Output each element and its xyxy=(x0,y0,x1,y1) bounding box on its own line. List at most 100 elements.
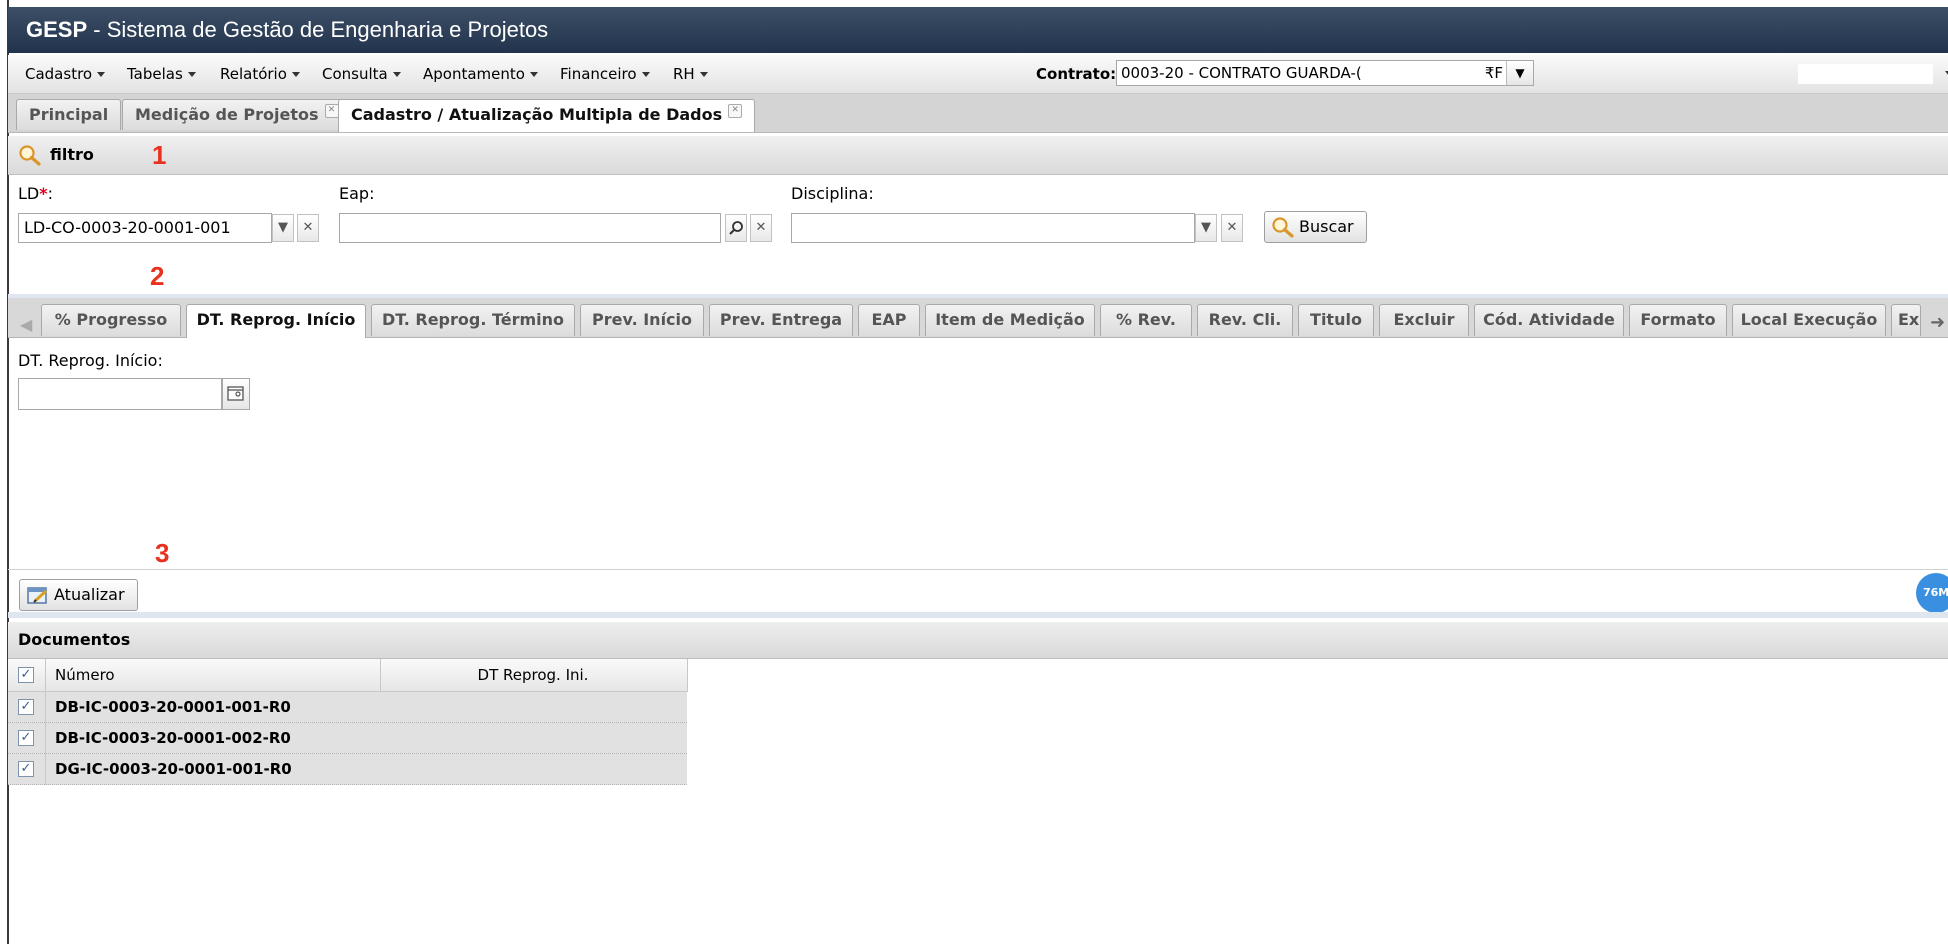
documents-title: Documentos xyxy=(18,630,131,649)
contrato-select[interactable]: 0003-20 - CONTRATO GUARDA-( ₹F ▼ xyxy=(1116,60,1534,86)
search-icon xyxy=(729,221,743,235)
filter-panel-header[interactable]: filtro xyxy=(8,136,1948,175)
chevron-down-icon[interactable]: ▼ xyxy=(1506,61,1533,85)
tab-principal-label: Principal xyxy=(29,105,109,124)
tab-medicao-projetos[interactable]: Medição de Projetos ✕ xyxy=(122,99,352,130)
user-select[interactable] xyxy=(1798,64,1933,84)
clear-icon[interactable]: ✕ xyxy=(750,214,772,242)
chevron-down-icon[interactable]: ▼ xyxy=(1195,214,1217,242)
tab-principal[interactable]: Principal xyxy=(16,99,122,130)
search-icon xyxy=(1272,217,1294,238)
column-divider xyxy=(45,723,46,754)
column-header-dt-reprog[interactable]: DT Reprog. Ini. xyxy=(380,666,686,684)
contrato-tail: ₹F xyxy=(1484,64,1503,82)
caret-down-icon xyxy=(97,72,106,77)
app-name: GESP xyxy=(26,17,88,42)
menu-tabelas[interactable]: Tabelas xyxy=(127,65,196,83)
divider xyxy=(8,569,1948,570)
disciplina-select[interactable] xyxy=(791,213,1195,243)
tab-dt-reprog-termino[interactable]: DT. Reprog. Término xyxy=(371,304,575,336)
grid-header: ✓ Número DT Reprog. Ini. xyxy=(8,659,688,692)
tab-eap[interactable]: EAP xyxy=(858,304,920,336)
tab-formato[interactable]: Formato xyxy=(1629,304,1727,336)
calendar-glyph-icon xyxy=(227,386,244,401)
tab-titulo[interactable]: Titulo xyxy=(1298,304,1374,336)
dt-reprog-inicio-label: DT. Reprog. Início: xyxy=(18,351,163,370)
ld-label-text: LD xyxy=(18,184,40,203)
tab-item-medicao[interactable]: Item de Medição xyxy=(925,304,1095,336)
menu-financeiro-label: Financeiro xyxy=(560,65,637,83)
row-numero: DG-IC-0003-20-0001-001-R0 xyxy=(55,760,292,778)
menu-apontamento-label: Apontamento xyxy=(423,65,525,83)
column-divider xyxy=(45,659,46,691)
menu-rh[interactable]: RH xyxy=(673,65,708,83)
table-row[interactable]: ✓ DB-IC-0003-20-0001-001-R0 xyxy=(8,692,687,723)
ld-select[interactable]: LD-CO-0003-20-0001-001 xyxy=(18,213,272,243)
caret-down-icon xyxy=(392,72,401,77)
clear-icon[interactable]: ✕ xyxy=(1221,214,1243,242)
annotation-marker-3: 3 xyxy=(155,538,170,568)
divider xyxy=(8,612,1948,618)
tab-ex[interactable]: Ex xyxy=(1891,304,1921,336)
clear-icon[interactable]: ✕ xyxy=(297,214,319,242)
tab-excluir[interactable]: Excluir xyxy=(1379,304,1469,336)
atualizar-button[interactable]: Atualizar xyxy=(19,579,138,611)
menu-consulta[interactable]: Consulta xyxy=(322,65,401,83)
tab-prev-entrega[interactable]: Prev. Entrega xyxy=(709,304,853,336)
tab-dt-reprog-inicio[interactable]: DT. Reprog. Início xyxy=(186,304,366,338)
magnifier-icon[interactable] xyxy=(725,214,747,242)
menu-apontamento[interactable]: Apontamento xyxy=(423,65,538,83)
row-checkbox[interactable]: ✓ xyxy=(18,730,34,746)
tab-prev-inicio[interactable]: Prev. Início xyxy=(580,304,704,336)
tab-progresso[interactable]: % Progresso xyxy=(41,304,181,336)
tab-local-execucao[interactable]: Local Execução xyxy=(1732,304,1886,336)
memory-badge[interactable]: 76M xyxy=(1916,573,1948,613)
required-asterisk: * xyxy=(39,184,48,203)
eap-input[interactable] xyxy=(339,213,721,243)
search-icon xyxy=(19,145,41,166)
table-row[interactable]: ✓ DG-IC-0003-20-0001-001-R0 xyxy=(8,754,687,785)
row-numero: DB-IC-0003-20-0001-001-R0 xyxy=(55,698,291,716)
tab-cod-atividade[interactable]: Cód. Atividade xyxy=(1474,304,1624,336)
tab-rev-cli[interactable]: Rev. Cli. xyxy=(1197,304,1293,336)
table-row[interactable]: ✓ DB-IC-0003-20-0001-002-R0 xyxy=(8,723,687,754)
menu-rh-label: RH xyxy=(673,65,695,83)
menu-tabelas-label: Tabelas xyxy=(127,65,183,83)
menu-relatorio[interactable]: Relatório xyxy=(220,65,300,83)
calendar-icon[interactable] xyxy=(222,378,250,410)
tab-cadastro-label: Cadastro / Atualização Multipla de Dados xyxy=(351,105,723,124)
documents-panel-header: Documentos xyxy=(8,622,1948,659)
ld-label: LD*: xyxy=(18,184,53,203)
tab-cadastro-atualizacao[interactable]: Cadastro / Atualização Multipla de Dados… xyxy=(338,99,756,132)
buscar-button[interactable]: Buscar xyxy=(1264,211,1367,243)
row-checkbox[interactable]: ✓ xyxy=(18,699,34,715)
close-icon[interactable]: ✕ xyxy=(728,104,743,118)
eap-label: Eap: xyxy=(339,184,375,203)
annotation-marker-2: 2 xyxy=(150,261,165,291)
caret-down-icon xyxy=(529,72,538,77)
menu-relatorio-label: Relatório xyxy=(220,65,287,83)
edit-icon xyxy=(27,587,48,604)
arrow-right-icon[interactable]: ➜ xyxy=(1930,312,1945,333)
menu-financeiro[interactable]: Financeiro xyxy=(560,65,650,83)
contrato-value: 0003-20 - CONTRATO GUARDA-( xyxy=(1121,64,1362,82)
column-divider xyxy=(45,754,46,785)
app-subtitle: - Sistema de Gestão de Engenharia e Proj… xyxy=(87,17,549,42)
menu-cadastro[interactable]: Cadastro xyxy=(25,65,106,83)
caret-down-icon xyxy=(187,72,196,77)
arrow-left-icon[interactable]: ◀ xyxy=(20,315,32,334)
row-numero: DB-IC-0003-20-0001-002-R0 xyxy=(55,729,291,747)
caret-down-icon xyxy=(641,72,650,77)
disciplina-label: Disciplina: xyxy=(791,184,874,203)
close-icon[interactable]: ✕ xyxy=(324,104,339,118)
buscar-label: Buscar xyxy=(1299,217,1354,236)
ld-value: LD-CO-0003-20-0001-001 xyxy=(24,218,231,237)
app-title-bar: GESP - Sistema de Gestão de Engenharia e… xyxy=(8,7,1948,53)
chevron-down-icon[interactable]: ▼ xyxy=(272,214,294,242)
column-header-numero[interactable]: Número xyxy=(55,666,115,684)
dt-reprog-inicio-input[interactable] xyxy=(18,378,222,410)
row-checkbox[interactable]: ✓ xyxy=(18,761,34,777)
tab-rev-pct[interactable]: % Rev. xyxy=(1100,304,1192,336)
caret-down-icon xyxy=(699,72,708,77)
select-all-checkbox[interactable]: ✓ xyxy=(18,667,34,683)
